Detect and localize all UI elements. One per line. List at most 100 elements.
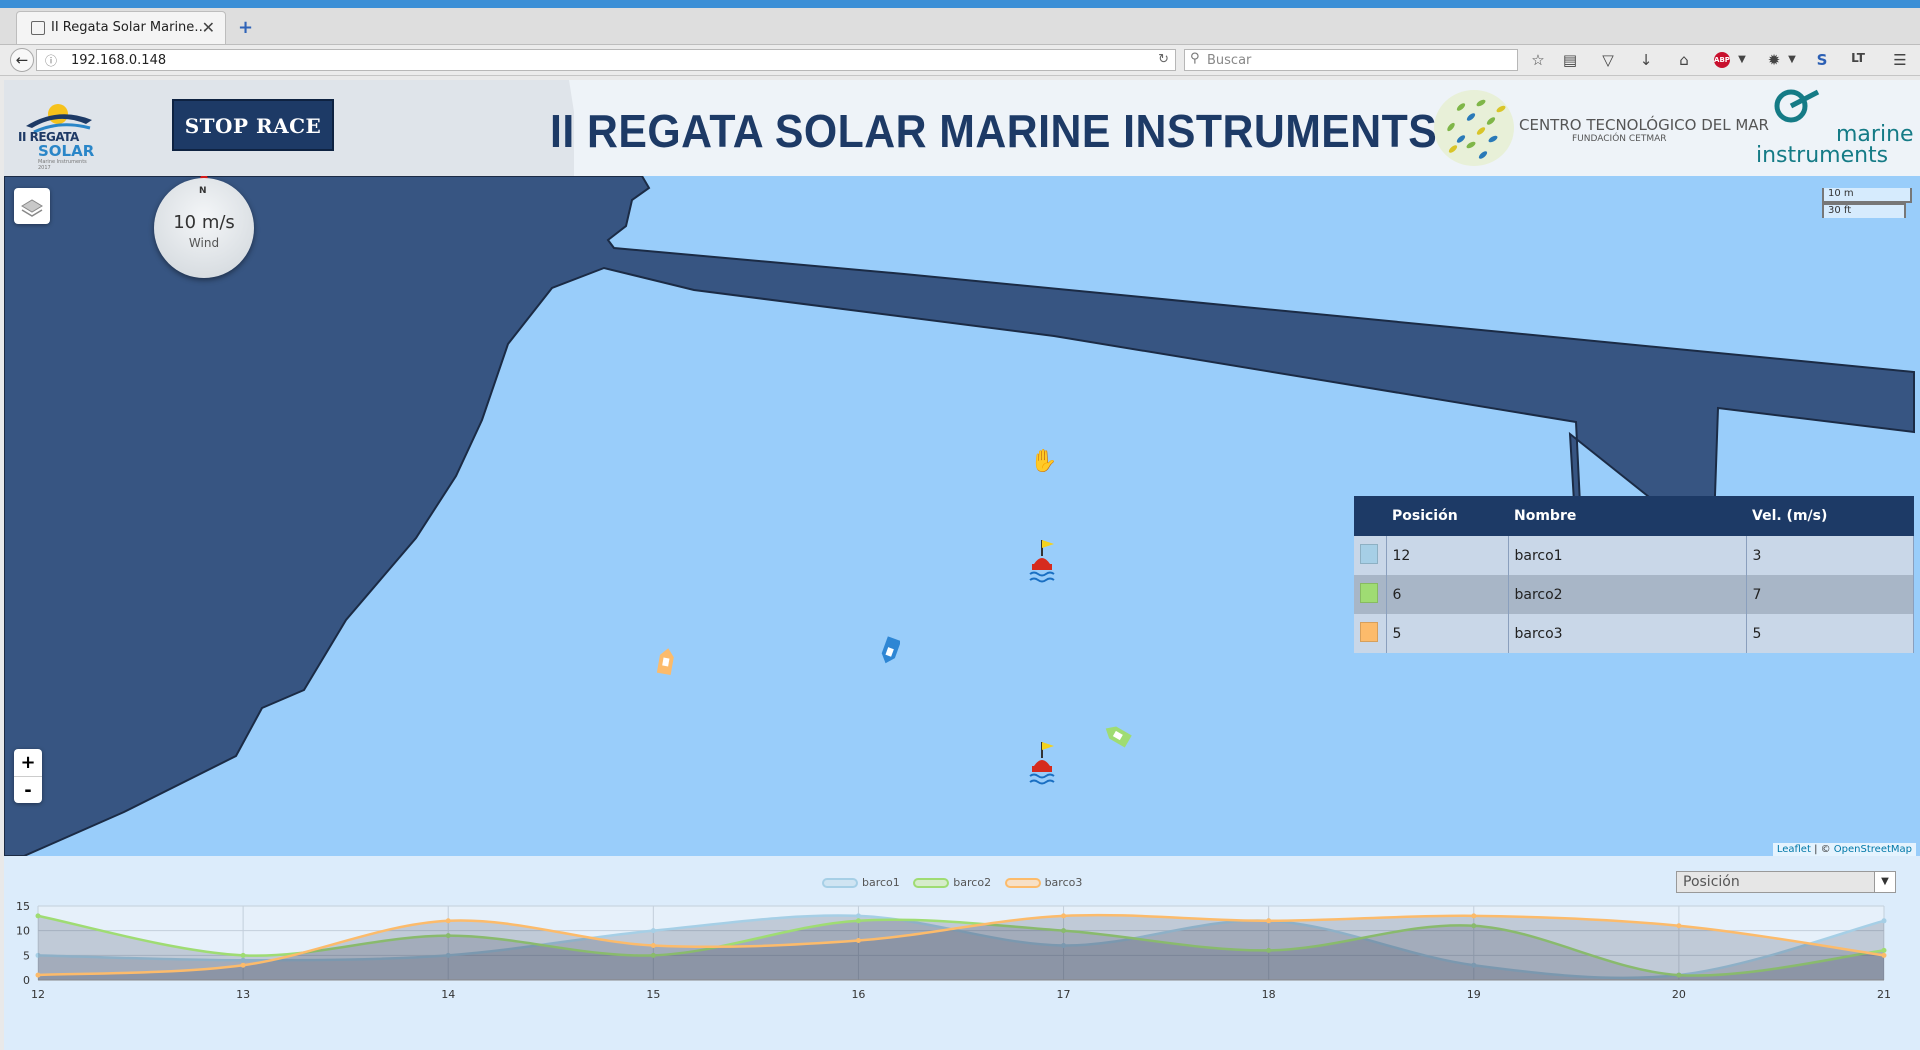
table-row[interactable]: 12 barco1 3 [1354, 536, 1914, 575]
reload-icon[interactable]: ↻ [1158, 52, 1169, 67]
x-tick-label: 14 [441, 988, 455, 1001]
leaflet-link[interactable]: Leaflet [1777, 844, 1811, 855]
data-point-barco3 [1471, 913, 1477, 919]
data-point-barco3 [1266, 918, 1272, 924]
data-point-barco3 [855, 938, 861, 944]
osm-link[interactable]: OpenStreetMap [1834, 844, 1912, 855]
table-row[interactable]: 6 barco2 7 [1354, 575, 1914, 614]
data-point-barco3 [445, 918, 451, 924]
data-point-barco1 [650, 928, 656, 934]
regata-solar-logo: II REGATA SOLAR Marine Instruments 2017 [16, 96, 100, 171]
x-tick-label: 20 [1672, 988, 1686, 1001]
browser-tab[interactable]: II Regata Solar Marine… ✕ [16, 11, 226, 44]
adblock-dropdown-icon[interactable]: ▼ [1732, 54, 1752, 65]
home-icon[interactable]: ⌂ [1674, 51, 1694, 69]
row-position: 6 [1386, 575, 1509, 614]
boat-barco3-icon[interactable] [656, 646, 676, 676]
regatta-app: II REGATA SOLAR Marine Instruments 2017 … [4, 80, 1920, 1050]
marine-instruments-word2: instruments [1756, 143, 1889, 168]
race-map[interactable]: N 10 m/s Wind 10 m 30 ft ✋ Posición Nomb… [4, 176, 1920, 856]
adblock-icon[interactable]: ABP [1714, 52, 1730, 68]
tab-close-icon[interactable]: ✕ [202, 18, 215, 37]
scale-imperial: 30 ft [1822, 203, 1906, 218]
site-info-icon[interactable]: ⓘ [45, 52, 57, 69]
x-tick-label: 16 [851, 988, 865, 1001]
layers-toggle-button[interactable] [14, 188, 50, 224]
map-attribution: Leaflet | © OpenStreetMap [1772, 843, 1916, 856]
row-speed: 3 [1746, 536, 1914, 575]
stop-race-button[interactable]: STOP RACE [172, 99, 334, 151]
row-name: barco1 [1508, 536, 1747, 575]
pocket-icon[interactable]: ▽ [1598, 51, 1618, 69]
zoom-out-button[interactable]: - [14, 777, 42, 804]
scale-metric: 10 m [1822, 188, 1912, 203]
position-chart: 0 5 10 15 12 13 14 15 16 17 18 19 20 21 [16, 900, 1891, 1001]
navigation-bar: ← ⓘ 192.168.0.148 ↻ ⚲ Buscar ☆ ▤ ▽ ↓ ⌂ A… [0, 45, 1920, 76]
new-tab-button[interactable]: + [238, 17, 253, 38]
north-label: N [199, 186, 207, 196]
table-row[interactable]: 5 barco3 5 [1354, 614, 1914, 653]
cetmar-name: CENTRO TECNOLÓGICO DEL MAR [1519, 116, 1769, 134]
tab-title: II Regata Solar Marine… [51, 20, 208, 35]
row-position: 5 [1386, 614, 1509, 653]
y-tick-label: 10 [16, 925, 30, 938]
data-point-barco1 [855, 913, 861, 919]
zoom-control: + - [14, 749, 42, 803]
tab-strip: II Regata Solar Marine… ✕ + [0, 8, 1920, 45]
cetmar-logo-icon [1434, 90, 1514, 166]
wind-compass: N 10 m/s Wind [154, 178, 254, 278]
hand-cursor-icon: ✋ [1030, 449, 1058, 474]
y-tick-label: 5 [23, 949, 30, 962]
download-icon[interactable]: ↓ [1636, 51, 1656, 69]
zoom-in-button[interactable]: + [14, 749, 42, 777]
boat-barco1-icon[interactable] [880, 636, 900, 666]
app-header: II REGATA SOLAR Marine Instruments 2017 … [4, 80, 1920, 176]
extension-dropdown-icon[interactable]: ▼ [1782, 54, 1802, 65]
x-tick-label: 19 [1467, 988, 1481, 1001]
col-position: Posición [1386, 496, 1508, 536]
x-tick-label: 13 [236, 988, 250, 1001]
search-placeholder: Buscar [1207, 53, 1252, 68]
s-extension-icon[interactable]: S [1812, 51, 1832, 69]
col-color [1354, 496, 1386, 536]
data-point-barco2 [35, 913, 41, 919]
ranking-header-row: Posición Nombre Vel. (m/s) [1354, 496, 1914, 536]
data-point-barco1 [1881, 918, 1887, 924]
wind-label: Wind [188, 236, 220, 250]
logo-text-solar: SOLAR [38, 142, 95, 160]
data-point-barco3 [35, 972, 41, 978]
color-swatch [1360, 543, 1378, 564]
page-title: II REGATA SOLAR MARINE INSTRUMENTS [550, 105, 1438, 157]
row-color [1354, 575, 1387, 614]
col-name: Nombre [1508, 496, 1746, 536]
boat-barco2-icon[interactable] [1102, 720, 1132, 750]
data-point-barco3 [1061, 913, 1067, 919]
cetmar-foundation: FUNDACIÓN CETMAR [1572, 134, 1667, 144]
map-scale: 10 m 30 ft [1822, 188, 1912, 218]
translate-extension-icon[interactable]: LT [1848, 51, 1868, 65]
extension-icon[interactable]: ✹ [1764, 51, 1784, 69]
hamburger-menu-icon[interactable]: ☰ [1890, 51, 1910, 69]
reader-list-icon[interactable]: ▤ [1560, 51, 1580, 69]
data-point-barco3 [240, 962, 246, 968]
row-position: 12 [1386, 536, 1509, 575]
logo-text-sub: Marine Instruments 2017 [38, 159, 87, 171]
url-text[interactable]: 192.168.0.148 [71, 53, 166, 68]
attribution-separator: | © [1810, 844, 1834, 855]
data-point-barco3 [650, 942, 656, 948]
url-bar[interactable]: ⓘ 192.168.0.148 ↻ [36, 49, 1176, 71]
ranking-table: Posición Nombre Vel. (m/s) 12 barco1 3 6… [1354, 496, 1914, 653]
search-input[interactable]: ⚲ Buscar [1184, 49, 1518, 71]
data-point-barco2 [240, 952, 246, 958]
row-color [1354, 614, 1387, 653]
x-tick-label: 21 [1877, 988, 1891, 1001]
window-titlebar [0, 0, 1920, 8]
buoy-icon [1029, 742, 1055, 785]
star-icon[interactable]: ☆ [1528, 51, 1548, 69]
wind-speed: 10 m/s [173, 212, 235, 233]
marine-instruments-logo-icon [1774, 89, 1820, 123]
position-chart-panel: barco1 barco2 barco3 Posición ▼ 0 5 10 15 12… [4, 856, 1920, 1050]
x-tick-label: 12 [31, 988, 45, 1001]
color-swatch [1360, 621, 1378, 642]
back-arrow-icon[interactable]: ← [10, 48, 34, 72]
